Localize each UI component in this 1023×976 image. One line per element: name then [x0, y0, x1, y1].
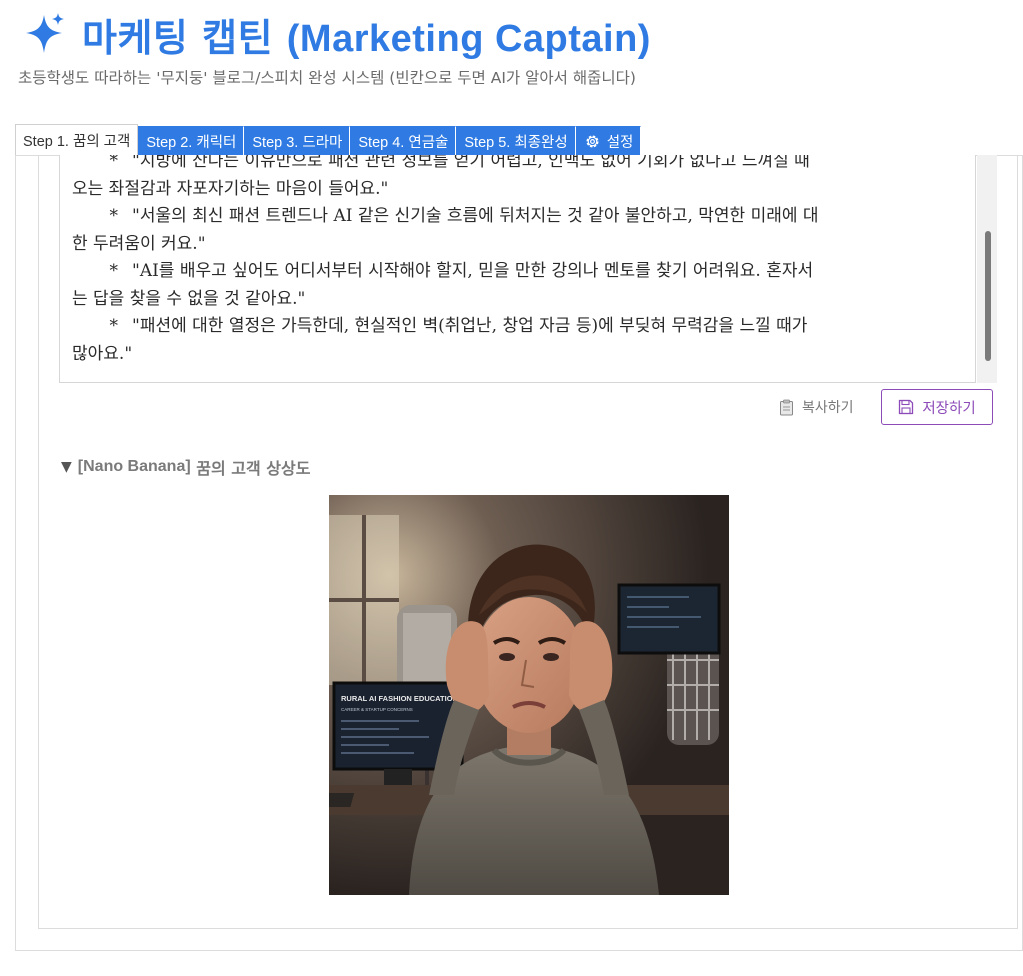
save-button[interactable]: 저장하기	[881, 389, 993, 425]
dream-customer-illustration: RURAL AI FASHION EDUCATION CAREER & STAR…	[329, 495, 729, 895]
tab-label: Step 2. 캐릭터	[146, 134, 237, 151]
tab-step1-dream-customer[interactable]: Step 1. 꿈의 고객	[15, 124, 139, 156]
result-text-line: 오는 좌절감과 자포자기하는 마음이 들어요."	[72, 176, 969, 204]
tab-label: Step 4. 연금술	[358, 134, 449, 151]
content-card: * "지방에 산다는 이유만으로 패션 관련 정보를 얻기 어렵고, 인맥도 없어…	[38, 155, 1018, 929]
tab-panel: * "지방에 산다는 이유만으로 패션 관련 정보를 얻기 어렵고, 인맥도 없어…	[15, 155, 1023, 951]
result-text-line: * "지방에 산다는 이유만으로 패션 관련 정보를 얻기 어렵고, 인맥도 없어…	[72, 155, 969, 176]
save-button-label: 저장하기	[922, 400, 976, 417]
monitor-text-title: RURAL AI FASHION EDUCATION	[341, 694, 458, 703]
sparkle-icon	[26, 13, 64, 53]
result-textarea[interactable]: * "지방에 산다는 이유만으로 패션 관련 정보를 얻기 어렵고, 인맥도 없어…	[59, 155, 976, 383]
line-text: "패션에 대한 열정은 가득한데, 현실적인 벽(취업난, 창업 자금 등)에 …	[132, 316, 808, 336]
copy-button[interactable]: 복사하기	[779, 395, 854, 419]
result-text-line: * "AI를 배우고 싶어도 어디서부터 시작해야 할지, 믿을 만한 강의나 멘…	[72, 258, 969, 286]
bullet-marker: *	[109, 261, 119, 281]
app-header: 마케팅 캡틴 (Marketing Captain)	[22, 6, 651, 62]
result-text-line: 는 답을 찾을 수 없을 것 같아요."	[72, 286, 969, 314]
bullet-marker: *	[109, 155, 119, 171]
result-text-line: * "패션에 대한 열정은 가득한데, 현실적인 벽(취업난, 창업 자금 등)에…	[72, 313, 969, 341]
line-text: 오는 좌절감과 자포자기하는 마음이 들어요."	[72, 178, 389, 199]
tab-label: 설정	[606, 134, 634, 151]
scrollbar-thumb[interactable]	[985, 231, 991, 361]
line-text: 한 두려움이 커요."	[72, 233, 206, 254]
tab-step3-drama[interactable]: Step 3. 드라마	[244, 126, 351, 156]
clipboard-icon	[780, 399, 793, 415]
tab-step5-final[interactable]: Step 5. 최종완성	[456, 126, 576, 156]
tab-label: Step 5. 최종완성	[464, 134, 568, 151]
tab-label: Step 3. 드라마	[252, 134, 343, 151]
line-text: 는 답을 찾을 수 없을 것 같아요."	[72, 288, 306, 309]
result-text-line: 한 두려움이 커요."	[72, 231, 969, 259]
tab-label: Step 1. 꿈의 고객	[23, 133, 131, 150]
image-expander[interactable]: ▼ [Nano Banana] 꿈의 고객 상상도	[61, 455, 310, 479]
line-text: "AI를 배우고 싶어도 어디서부터 시작해야 할지, 믿을 만한 강의나 멘토…	[132, 261, 814, 281]
dream-customer-image: RURAL AI FASHION EDUCATION CAREER & STAR…	[329, 495, 729, 895]
page-title: 마케팅 캡틴 (Marketing Captain)	[82, 7, 651, 62]
floppy-icon	[899, 399, 914, 415]
page-title-en: (Marketing Captain)	[286, 17, 651, 60]
monitor-text-subtitle: CAREER & STARTUP CONCERNS	[341, 707, 413, 712]
caret-down-icon: ▼	[61, 459, 72, 475]
bullet-marker: *	[109, 316, 119, 336]
line-text: 많아요."	[72, 343, 133, 364]
result-text-line: * "서울의 최신 패션 트렌드나 AI 같은 신기술 흐름에 뒤처지는 것 같아…	[72, 203, 969, 231]
action-row: 복사하기 저장하기	[39, 389, 1019, 425]
page-subtitle: 초등학생도 따라하는 '무지둥' 블로그/스피치 완성 시스템 (빈칸으로 두면…	[18, 69, 636, 87]
bullet-marker: *	[109, 206, 119, 226]
gear-icon	[586, 134, 599, 148]
page-title-ko: 마케팅 캡틴	[82, 14, 274, 60]
line-text: "지방에 산다는 이유만으로 패션 관련 정보를 얻기 어렵고, 인맥도 없어 …	[132, 155, 810, 171]
tab-step2-character[interactable]: Step 2. 캐릭터	[138, 126, 245, 156]
expander-label: 꿈의 고객 상상도	[196, 459, 311, 478]
result-text-line: 많아요."	[72, 341, 969, 369]
tab-step4-alchemy[interactable]: Step 4. 연금술	[350, 126, 457, 156]
line-text: "서울의 최신 패션 트렌드나 AI 같은 신기술 흐름에 뒤처지는 것 같아 …	[132, 206, 819, 226]
expander-tag: [Nano Banana]	[77, 458, 191, 475]
result-text: * "지방에 산다는 이유만으로 패션 관련 정보를 얻기 어렵고, 인맥도 없어…	[60, 155, 975, 368]
tab-bar: Step 1. 꿈의 고객 Step 2. 캐릭터 Step 3. 드라마 St…	[15, 124, 642, 156]
tab-settings[interactable]: 설정	[575, 126, 642, 156]
copy-button-label: 복사하기	[802, 399, 854, 415]
